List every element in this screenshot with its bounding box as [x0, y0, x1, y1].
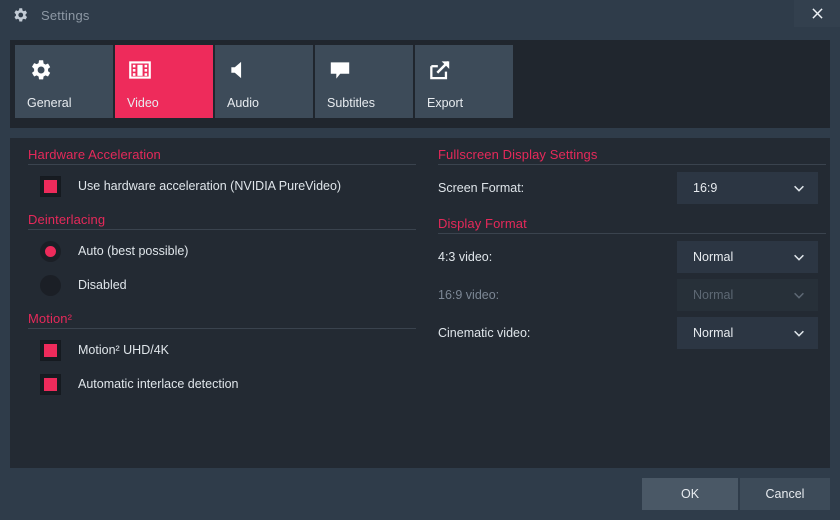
section-divider: [438, 164, 826, 165]
ok-button[interactable]: OK: [642, 478, 738, 510]
dropdown-screen-format[interactable]: 16:9: [677, 172, 818, 204]
dropdown-value: Normal: [693, 326, 734, 340]
radio-button[interactable]: [40, 274, 61, 296]
tab-label: Subtitles: [327, 96, 375, 110]
section-deinterlacing: Deinterlacing Auto (best possible) Disab…: [28, 203, 418, 302]
checkbox-label: Use hardware acceleration (NVIDIA PureVi…: [78, 179, 342, 193]
dropdown-cinematic-video[interactable]: Normal: [677, 317, 818, 349]
close-icon: [811, 8, 823, 19]
section-divider: [28, 229, 416, 230]
speech-bubble-icon: [327, 57, 353, 83]
tab-label: Export: [427, 96, 464, 110]
gear-icon: [27, 57, 53, 83]
radio-button[interactable]: [40, 240, 61, 262]
section-title: Hardware Acceleration: [28, 147, 161, 162]
chevron-down-icon: [792, 250, 806, 264]
checkbox-box[interactable]: [40, 175, 61, 197]
left-column: Hardware Acceleration Use hardware accel…: [28, 138, 418, 401]
tab-label: Audio: [227, 96, 259, 110]
close-button[interactable]: [794, 0, 840, 27]
section-hardware-acceleration: Hardware Acceleration Use hardware accel…: [28, 138, 418, 203]
radio-label: Disabled: [78, 278, 127, 292]
gear-icon: [11, 6, 29, 24]
footer-button-group: OK Cancel: [642, 478, 830, 510]
tab-label: Video: [127, 96, 159, 110]
checkbox-label: Motion² UHD/4K: [78, 343, 169, 357]
title-bar: Settings: [0, 0, 840, 30]
tab-general[interactable]: General: [15, 45, 113, 118]
row-16-9-video: 16:9 video: Normal: [438, 276, 828, 314]
field-label: Cinematic video:: [438, 326, 531, 340]
dropdown-16-9-video: Normal: [677, 279, 818, 311]
checkbox-motion-uhd-4k[interactable]: Motion² UHD/4K: [28, 333, 418, 367]
checkbox-use-hardware-acceleration[interactable]: Use hardware acceleration (NVIDIA PureVi…: [28, 169, 418, 203]
cancel-button[interactable]: Cancel: [740, 478, 830, 510]
settings-content-panel: Hardware Acceleration Use hardware accel…: [10, 138, 830, 468]
export-arrow-icon: [427, 57, 453, 83]
checkbox-box[interactable]: [40, 339, 61, 361]
section-title: Display Format: [438, 216, 527, 231]
section-divider: [28, 164, 416, 165]
chevron-down-icon: [792, 288, 806, 302]
radio-label: Auto (best possible): [78, 244, 189, 258]
tab-export[interactable]: Export: [415, 45, 513, 118]
dropdown-value: Normal: [693, 250, 734, 264]
section-divider: [28, 328, 416, 329]
tab-subtitles[interactable]: Subtitles: [315, 45, 413, 118]
chevron-down-icon: [792, 326, 806, 340]
dropdown-value: Normal: [693, 288, 734, 302]
dropdown-4-3-video[interactable]: Normal: [677, 241, 818, 273]
section-motion: Motion² Motion² UHD/4K Automatic interla…: [28, 302, 418, 401]
row-cinematic-video: Cinematic video: Normal: [438, 314, 828, 352]
checkbox-box[interactable]: [40, 373, 61, 395]
tab-strip: General Video Audio Subtitles Export: [10, 40, 830, 128]
dropdown-value: 16:9: [693, 181, 718, 195]
tab-video[interactable]: Video: [115, 45, 213, 118]
checkbox-automatic-interlace-detection[interactable]: Automatic interlace detection: [28, 367, 418, 401]
checkbox-label: Automatic interlace detection: [78, 377, 239, 391]
section-title: Deinterlacing: [28, 212, 106, 227]
field-label: 16:9 video:: [438, 288, 500, 302]
tab-list: General Video Audio Subtitles Export: [15, 45, 830, 118]
radio-deinterlacing-auto[interactable]: Auto (best possible): [28, 234, 418, 268]
section-title: Fullscreen Display Settings: [438, 147, 598, 162]
dialog-footer: OK Cancel: [0, 468, 840, 520]
window-title: Settings: [41, 7, 90, 23]
section-display-format: Display Format 4:3 video: Normal 16:9 vi…: [438, 207, 828, 352]
tab-audio[interactable]: Audio: [215, 45, 313, 118]
field-label: Screen Format:: [438, 181, 525, 195]
tab-label: General: [27, 96, 72, 110]
field-label: 4:3 video:: [438, 250, 493, 264]
row-screen-format: Screen Format: 16:9: [438, 169, 828, 207]
speaker-icon: [227, 57, 253, 83]
filmstrip-icon: [127, 57, 153, 83]
radio-deinterlacing-disabled[interactable]: Disabled: [28, 268, 418, 302]
section-fullscreen-display-settings: Fullscreen Display Settings Screen Forma…: [438, 138, 828, 207]
section-title: Motion²: [28, 311, 73, 326]
section-divider: [438, 233, 826, 234]
row-4-3-video: 4:3 video: Normal: [438, 238, 828, 276]
right-column: Fullscreen Display Settings Screen Forma…: [438, 138, 828, 352]
chevron-down-icon: [792, 181, 806, 195]
